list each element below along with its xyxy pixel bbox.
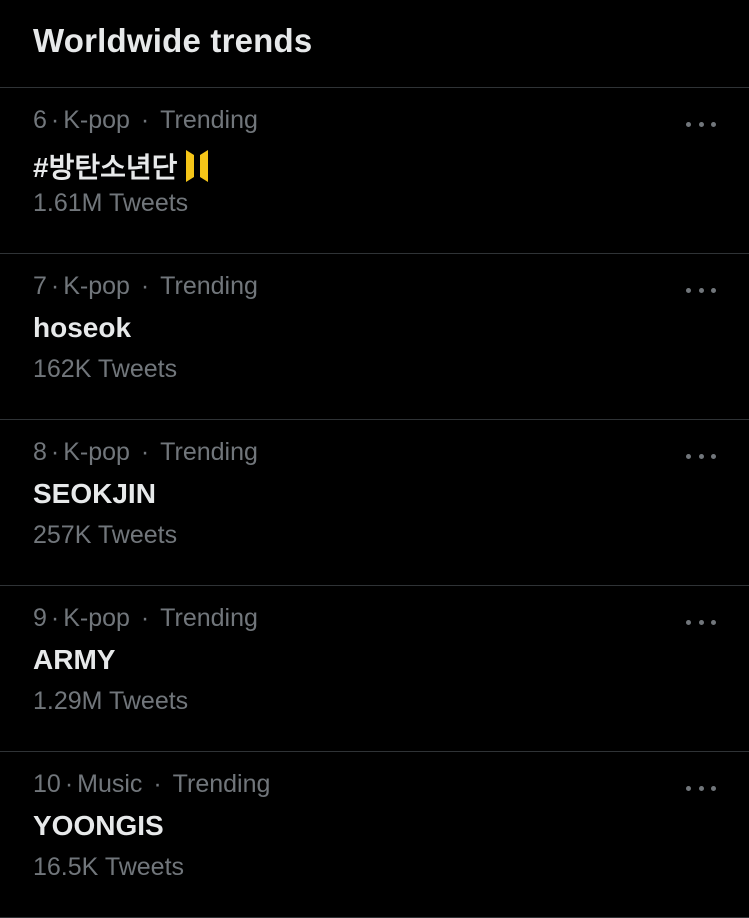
trend-name[interactable]: #방탄소년단 bbox=[33, 146, 209, 186]
trend-status: Trending bbox=[172, 770, 271, 798]
trend-status: Trending bbox=[160, 106, 258, 134]
trend-name[interactable]: ARMY bbox=[33, 644, 115, 676]
more-icon[interactable] bbox=[686, 112, 716, 136]
meta-separator: · bbox=[133, 106, 157, 134]
more-icon[interactable] bbox=[686, 776, 716, 800]
trend-name-text: SEOKJIN bbox=[33, 478, 156, 509]
trend-item[interactable]: 10 · Music · Trending YOONGIS 16.5K Tweets bbox=[0, 752, 749, 918]
trend-category: K-pop bbox=[63, 438, 130, 466]
meta-separator: · bbox=[133, 438, 157, 466]
trends-header: Worldwide trends bbox=[0, 0, 749, 88]
meta-separator: · bbox=[50, 438, 60, 466]
meta-separator: · bbox=[146, 770, 169, 798]
trend-item[interactable]: 8 · K-pop · Trending SEOKJIN 257K Tweets bbox=[0, 420, 749, 586]
trend-name-text: ARMY bbox=[33, 644, 116, 675]
trend-category: Music bbox=[77, 770, 143, 798]
trend-meta: 7 · K-pop · Trending bbox=[33, 272, 258, 301]
meta-separator: · bbox=[50, 272, 60, 300]
meta-separator: · bbox=[64, 770, 74, 798]
trend-meta: 6 · K-pop · Trending bbox=[33, 106, 258, 135]
trend-tweet-count: 1.61M Tweets bbox=[33, 189, 189, 217]
trend-rank: 6 bbox=[33, 106, 47, 134]
trend-meta: 10 · Music · Trending bbox=[33, 770, 270, 799]
meta-separator: · bbox=[50, 106, 60, 134]
trend-status: Trending bbox=[160, 438, 258, 466]
trend-name[interactable]: YOONGIS bbox=[33, 810, 164, 842]
trend-item[interactable]: 7 · K-pop · Trending hoseok 162K Tweets bbox=[0, 254, 749, 420]
trend-name[interactable]: hoseok bbox=[33, 312, 131, 344]
trend-name[interactable]: SEOKJIN bbox=[33, 478, 156, 510]
trend-category: K-pop bbox=[63, 604, 130, 632]
more-icon[interactable] bbox=[686, 444, 716, 468]
trend-meta: 8 · K-pop · Trending bbox=[33, 438, 258, 467]
trend-tweet-count: 1.29M Tweets bbox=[33, 687, 189, 715]
trend-name-text: hoseok bbox=[33, 312, 132, 343]
bts-logo-icon bbox=[186, 150, 209, 182]
meta-separator: · bbox=[133, 272, 157, 300]
trend-name-text: YOONGIS bbox=[33, 810, 164, 841]
more-icon[interactable] bbox=[686, 278, 716, 302]
trend-item[interactable]: 6 · K-pop · Trending #방탄소년단 1.61M Tweets bbox=[0, 88, 749, 254]
trend-category: K-pop bbox=[63, 106, 130, 134]
trend-rank: 10 bbox=[33, 770, 61, 798]
trend-tweet-count: 16.5K Tweets bbox=[33, 853, 185, 881]
trend-status: Trending bbox=[160, 604, 258, 632]
more-icon[interactable] bbox=[686, 610, 716, 634]
trend-rank: 9 bbox=[33, 604, 47, 632]
trend-item[interactable]: 9 · K-pop · Trending ARMY 1.29M Tweets bbox=[0, 586, 749, 752]
trend-meta: 9 · K-pop · Trending bbox=[33, 604, 258, 633]
meta-separator: · bbox=[50, 604, 60, 632]
trend-rank: 7 bbox=[33, 272, 47, 300]
page-title: Worldwide trends bbox=[33, 22, 313, 59]
trend-tweet-count: 257K Tweets bbox=[33, 521, 178, 549]
trend-tweet-count: 162K Tweets bbox=[33, 355, 178, 383]
trend-name-text: #방탄소년단 bbox=[33, 152, 178, 183]
trend-rank: 8 bbox=[33, 438, 47, 466]
trend-status: Trending bbox=[160, 272, 258, 300]
meta-separator: · bbox=[133, 604, 157, 632]
trend-category: K-pop bbox=[63, 272, 130, 300]
